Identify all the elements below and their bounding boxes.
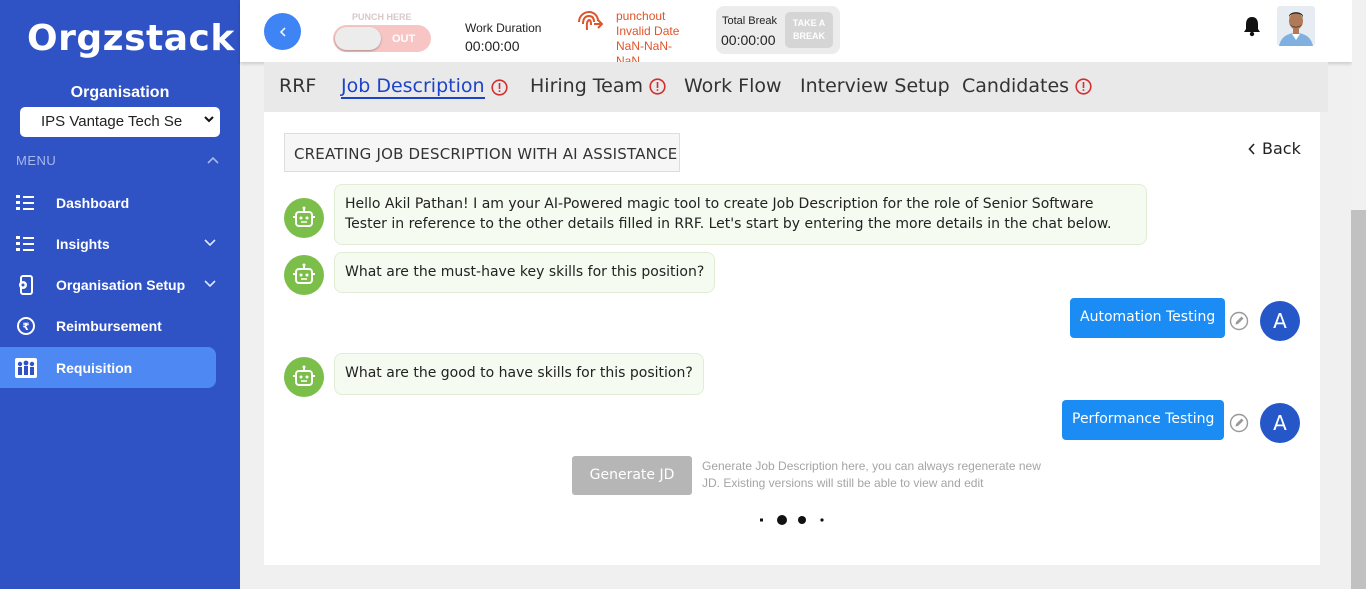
sidebar-item-requisition[interactable]: Requisition bbox=[0, 347, 216, 388]
warning-icon bbox=[490, 78, 508, 96]
menu-label: MENU bbox=[16, 153, 57, 168]
tab-interview-setup[interactable]: Interview Setup bbox=[800, 75, 950, 97]
sidebar-item-dashboard[interactable]: Dashboard bbox=[0, 182, 216, 223]
bot-avatar bbox=[284, 357, 324, 397]
punchout-status: punchout Invalid Date NaN-NaN-NaN bbox=[616, 9, 680, 68]
sidebar: Orgzstack Organisation IPS Vantage Tech … bbox=[0, 0, 240, 589]
back-label: Back bbox=[1262, 139, 1301, 158]
people-icon bbox=[15, 357, 37, 379]
bot-message: What are the must-have key skills for th… bbox=[334, 252, 716, 293]
tab-label: Work Flow bbox=[684, 75, 782, 97]
fingerprint-icon bbox=[578, 10, 603, 31]
tab-label: RRF bbox=[279, 75, 317, 97]
tab-label: Interview Setup bbox=[800, 75, 950, 97]
mobile-gear-icon bbox=[15, 274, 37, 296]
work-duration-value: 00:00:00 bbox=[465, 38, 520, 54]
tab-job-description[interactable]: Job Description bbox=[341, 75, 508, 99]
tab-label: Hiring Team bbox=[530, 75, 644, 97]
generate-jd-button[interactable]: Generate JD bbox=[572, 456, 692, 495]
money-cycle-icon: ₹ bbox=[15, 315, 37, 337]
tab-hiring-team[interactable]: Hiring Team bbox=[530, 75, 666, 97]
tab-candidates[interactable]: Candidates bbox=[962, 75, 1092, 97]
work-duration-label: Work Duration bbox=[465, 21, 542, 35]
svg-text:₹: ₹ bbox=[23, 322, 30, 333]
punch-state: OUT bbox=[392, 33, 416, 45]
chevron-down-icon bbox=[204, 280, 216, 288]
sidebar-item-label: Dashboard bbox=[56, 194, 130, 211]
break-panel: Total Break 00:00:00 TAKE A BREAK bbox=[716, 6, 840, 54]
bell-icon[interactable] bbox=[1242, 15, 1262, 37]
user-message: Automation Testing bbox=[1070, 298, 1226, 338]
sidebar-item-insights[interactable]: Insights bbox=[0, 223, 216, 264]
bot-message: Hello Akil Pathan! I am your AI-Powered … bbox=[334, 184, 1147, 245]
sidebar-item-label: Reimbursement bbox=[56, 317, 162, 334]
loading-dots-icon bbox=[760, 515, 824, 525]
tab-rrf[interactable]: RRF bbox=[279, 75, 316, 97]
sidebar-item-label: Requisition bbox=[56, 359, 133, 376]
edit-icon[interactable] bbox=[1229, 311, 1249, 331]
punch-toggle[interactable]: OUT bbox=[333, 25, 431, 52]
collapse-sidebar-button[interactable] bbox=[264, 13, 301, 50]
user-message: Performance Testing bbox=[1062, 400, 1225, 440]
chevron-up-icon[interactable] bbox=[207, 156, 219, 164]
sidebar-item-reimbursement[interactable]: ₹ Reimbursement bbox=[0, 305, 216, 346]
bot-avatar bbox=[284, 255, 324, 295]
sidebar-item-label: Organisation Setup bbox=[56, 276, 186, 293]
punch-label: PUNCH HERE bbox=[352, 12, 412, 22]
logo[interactable]: Orgzstack bbox=[27, 18, 235, 59]
robot-icon bbox=[293, 365, 315, 386]
bot-message: What are the good to have skills for thi… bbox=[334, 353, 704, 395]
organisation-select-value: IPS Vantage Tech Se bbox=[41, 113, 183, 130]
chevron-down-icon bbox=[204, 239, 216, 247]
sidebar-item-organisation-setup[interactable]: Organisation Setup bbox=[0, 264, 216, 305]
total-break-value: 00:00:00 bbox=[721, 32, 776, 48]
back-button[interactable]: Back bbox=[1248, 139, 1301, 158]
tab-label: Candidates bbox=[962, 75, 1070, 97]
take-break-button[interactable]: TAKE A BREAK bbox=[785, 12, 833, 48]
total-break-label: Total Break bbox=[722, 15, 778, 27]
sidebar-item-label: Insights bbox=[56, 235, 110, 252]
tab-bar: RRF Job Description Hiring Team Work Flo… bbox=[264, 62, 1328, 112]
list-icon bbox=[15, 233, 37, 255]
user-avatar-initial: A bbox=[1260, 301, 1300, 341]
user-avatar[interactable] bbox=[1277, 6, 1315, 46]
warning-icon bbox=[1075, 77, 1092, 95]
punch-toggle-knob bbox=[335, 27, 381, 50]
organisation-select[interactable]: IPS Vantage Tech Se bbox=[20, 107, 220, 137]
section-title: CREATING JOB DESCRIPTION WITH AI ASSISTA… bbox=[284, 133, 680, 172]
scrollbar-thumb[interactable] bbox=[1351, 210, 1366, 589]
robot-icon bbox=[293, 206, 315, 227]
top-header: PUNCH HERE OUT Work Duration 00:00:00 pu… bbox=[240, 0, 1352, 68]
job-description-panel: CREATING JOB DESCRIPTION WITH AI ASSISTA… bbox=[264, 112, 1320, 565]
organisation-label: Organisation bbox=[70, 84, 170, 101]
tab-work-flow[interactable]: Work Flow bbox=[684, 75, 782, 97]
bot-avatar bbox=[284, 198, 324, 238]
warning-icon bbox=[649, 77, 666, 95]
tab-label: Job Description bbox=[341, 75, 485, 99]
edit-icon[interactable] bbox=[1229, 413, 1249, 433]
generate-hint: Generate Job Description here, you can a… bbox=[702, 459, 1041, 490]
robot-icon bbox=[293, 263, 315, 284]
list-icon bbox=[15, 192, 37, 214]
chevron-left-icon bbox=[1248, 142, 1255, 155]
chevron-left-icon bbox=[279, 26, 286, 37]
user-avatar-initial: A bbox=[1260, 403, 1300, 443]
chevron-down-icon bbox=[204, 116, 214, 123]
